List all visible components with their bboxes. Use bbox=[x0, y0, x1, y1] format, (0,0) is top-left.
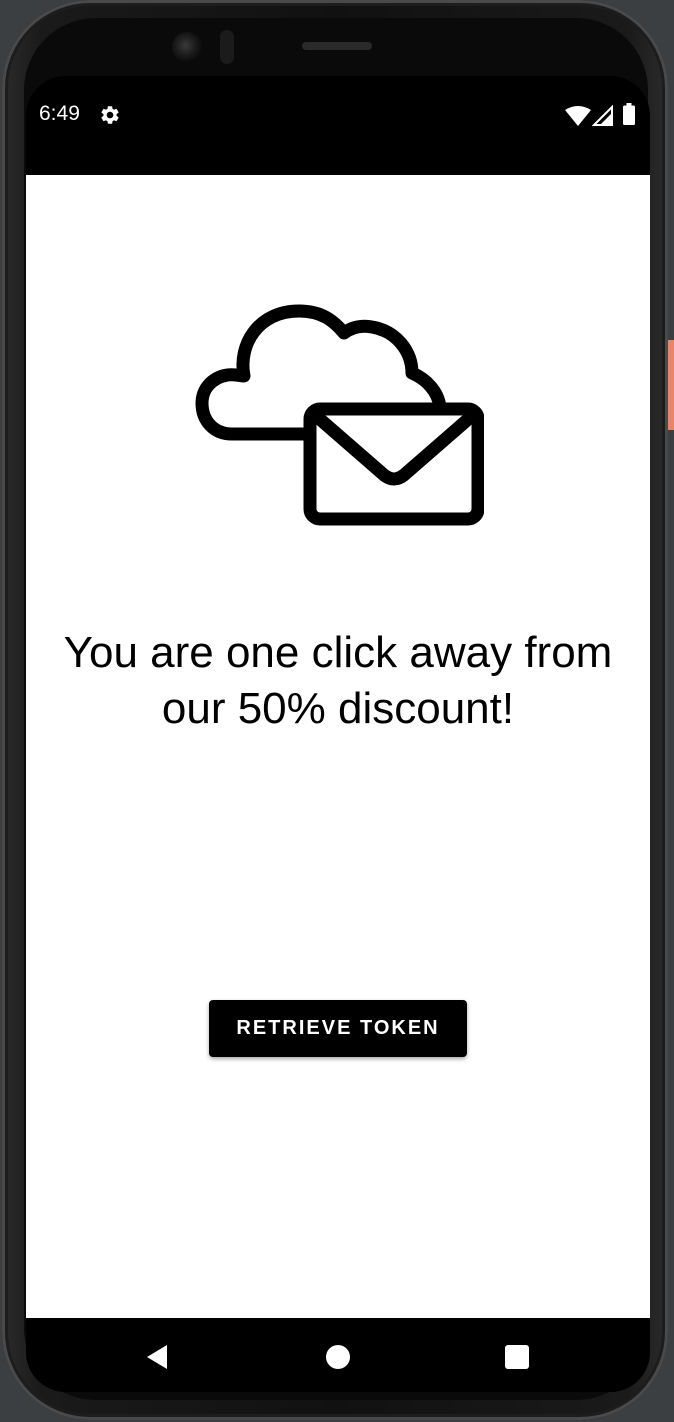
app-content: You are one click away from our 50% disc… bbox=[26, 175, 650, 1318]
status-clock: 6:49 bbox=[39, 102, 80, 125]
status-bar: 6:49 bbox=[26, 76, 650, 175]
wifi-icon bbox=[565, 106, 591, 126]
emulator-edge-strip bbox=[668, 340, 674, 430]
retrieve-token-button[interactable]: RETRIEVE TOKEN bbox=[209, 1000, 467, 1057]
cloud-mail-icon bbox=[195, 304, 484, 526]
settings-icon bbox=[101, 106, 119, 124]
signal-icon bbox=[592, 105, 613, 126]
discount-headline: You are one click away from our 50% disc… bbox=[63, 628, 613, 733]
earpiece-speaker bbox=[302, 42, 372, 50]
proximity-sensor bbox=[220, 30, 234, 64]
front-camera bbox=[172, 32, 202, 62]
device-frame: 6:49 You are one click away from our 50%… bbox=[2, 0, 668, 1420]
navigation-bar bbox=[26, 1318, 650, 1392]
battery-icon bbox=[623, 103, 635, 125]
device-screen: 6:49 You are one click away from our 50%… bbox=[26, 76, 650, 1392]
home-icon[interactable] bbox=[326, 1345, 350, 1369]
back-icon[interactable] bbox=[145, 1344, 169, 1370]
recents-icon[interactable] bbox=[505, 1345, 529, 1369]
